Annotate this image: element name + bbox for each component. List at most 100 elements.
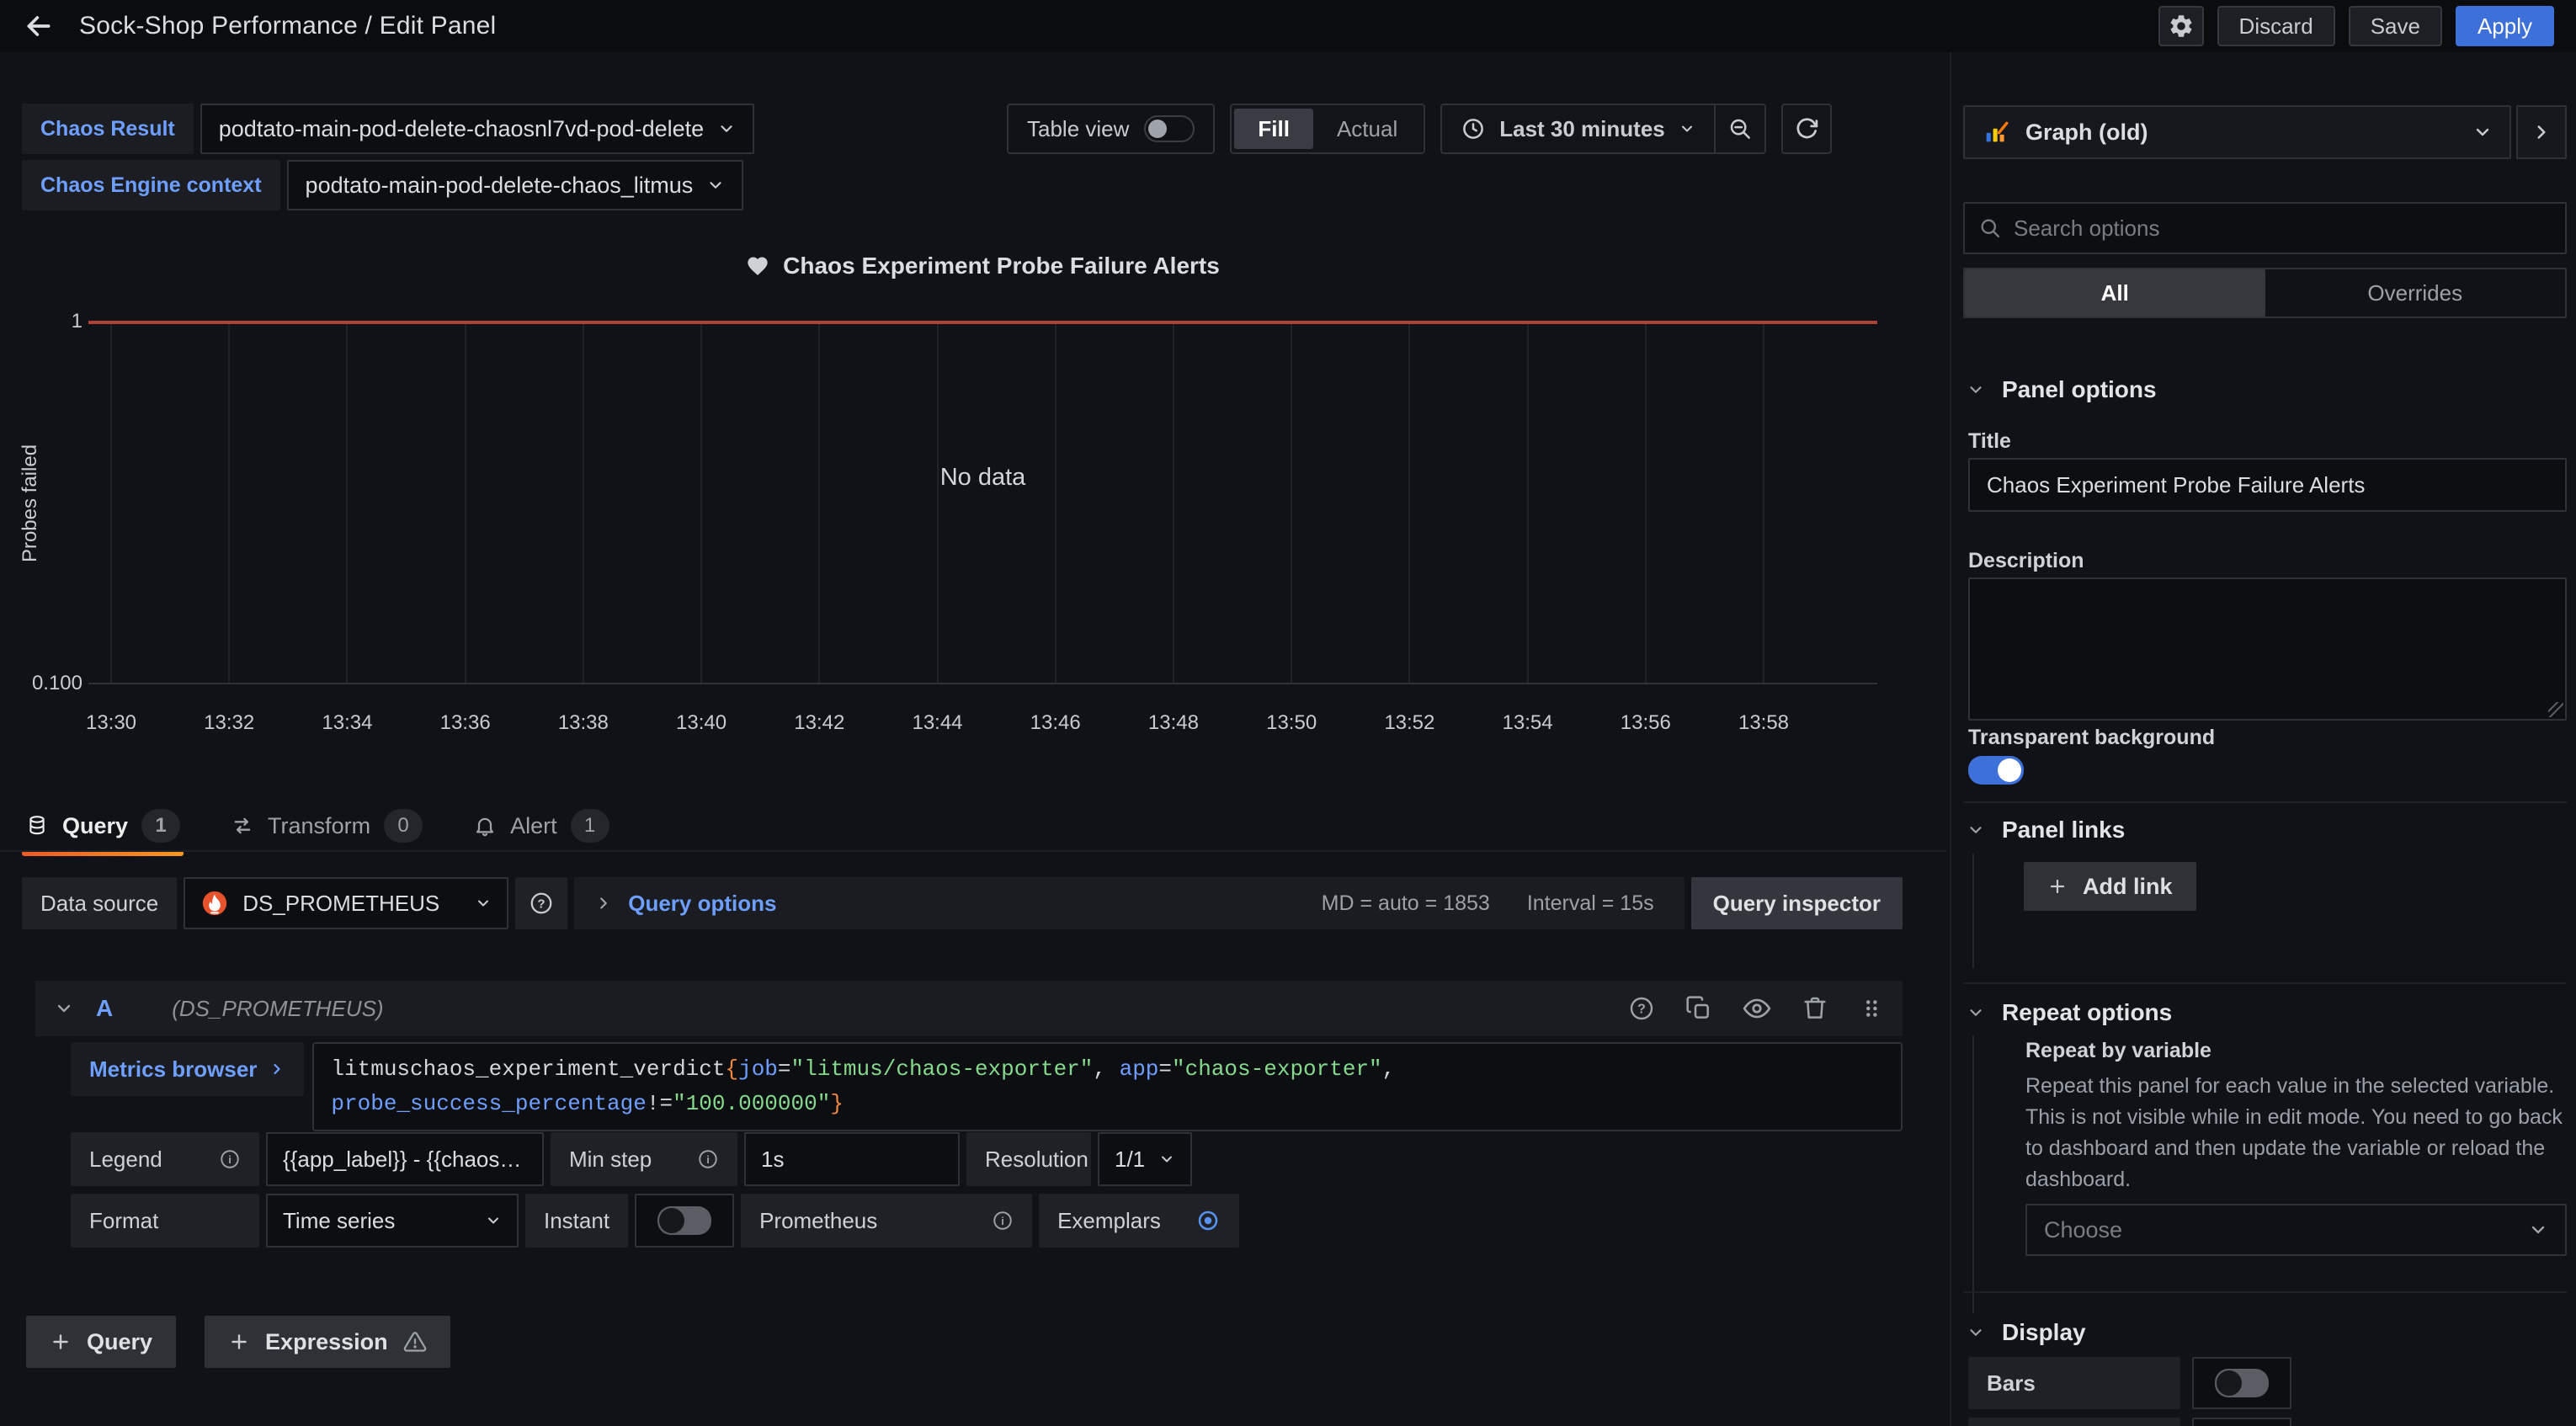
panel-description-textarea[interactable] [1968,577,2567,721]
instant-toggle[interactable] [657,1206,711,1235]
refresh-button[interactable] [1781,104,1832,154]
title-field-label: Title [1968,429,2011,454]
eye-icon[interactable] [1743,994,1771,1023]
exemplars-chip: Exemplars [1039,1194,1239,1248]
legend-format-input[interactable] [266,1132,544,1186]
duplicate-icon[interactable] [1685,995,1712,1022]
repeat-variable-select[interactable]: Choose [2025,1204,2567,1256]
table-view-toggle[interactable] [1144,115,1195,142]
next-option-chip-partial [1968,1418,2180,1426]
add-query-button[interactable]: Query [26,1316,176,1368]
apply-button[interactable]: Apply [2456,6,2554,46]
help-circle-icon[interactable]: ? [1628,995,1655,1022]
prometheus-icon [200,889,229,918]
search-options-input[interactable] [2014,215,2552,242]
x-tick-label: 13:52 [1384,711,1434,735]
drag-handle-icon[interactable] [1859,996,1884,1021]
promql-editor[interactable]: litmuschaos_experiment_verdict{job="litm… [312,1042,1903,1131]
query-options-strip[interactable]: Query options MD = auto = 1853 Interval … [574,877,1684,929]
tab-overrides[interactable]: Overrides [2265,269,2566,317]
info-circle-icon: i [219,1148,241,1170]
variable-value-dropdown[interactable]: podtato-main-pod-delete-chaos_litmus [287,160,744,210]
chevron-down-icon [706,176,725,194]
repeat-description: Repeat this panel for each value in the … [2025,1071,2568,1195]
variable-value-dropdown[interactable]: podtato-main-pod-delete-chaosnl7vd-pod-d… [200,104,754,154]
tabs-divider [0,850,1946,852]
save-button[interactable]: Save [2349,6,2442,46]
promql-token: "100.000000" [673,1091,830,1116]
angle-right-icon [269,1061,285,1077]
query-header-actions: ? [1628,994,1884,1023]
top-bar: Sock-Shop Performance / Edit Panel Disca… [0,0,2576,52]
gridline [818,324,820,684]
gridline [1408,324,1410,684]
bars-toggle-box [2192,1357,2291,1409]
panel-title-input[interactable] [1968,458,2567,512]
actual-option[interactable]: Actual [1313,109,1421,149]
x-tick-label: 13:48 [1148,711,1199,735]
svg-text:i: i [706,1153,710,1166]
zoom-out-button[interactable] [1714,105,1764,152]
gear-icon [2168,13,2195,40]
chart-plot-area[interactable]: No data [88,322,1877,684]
chevron-down-icon [1158,1151,1175,1168]
table-view-control: Table view [1007,104,1215,154]
back-arrow-icon[interactable] [22,9,56,43]
next-toggle-box-partial [2192,1418,2291,1426]
textarea-resize-handle[interactable] [2548,702,2563,717]
display-header[interactable]: Display [1967,1319,2086,1346]
tab-all[interactable]: All [1965,269,2265,317]
resolution-select[interactable]: 1/1 [1098,1132,1192,1186]
fill-option[interactable]: Fill [1234,109,1313,149]
variable-chaos-engine: Chaos Engine context podtato-main-pod-de… [22,160,743,210]
options-tabs: All Overrides [1963,268,2567,318]
query-a-header[interactable]: A (DS_PROMETHEUS) ? [35,981,1903,1036]
instant-label-chip: Instant [525,1194,628,1248]
min-step-input[interactable] [744,1132,960,1186]
panel-options-header[interactable]: Panel options [1967,376,2157,403]
tab-alert[interactable]: Alert 1 [473,809,609,843]
x-axis-ticks: 13:3013:3213:3413:3613:3813:4013:4213:44… [111,711,1764,740]
tab-query[interactable]: Query 1 [25,809,180,843]
instant-toggle-box [635,1194,734,1248]
options-sidebar: Graph (old) All Overrides Panel options … [1950,52,2576,1426]
trash-icon[interactable] [1802,995,1828,1022]
time-range-picker[interactable]: Last 30 minutes [1442,105,1714,152]
main-area: Chaos Result podtato-main-pod-delete-cha… [0,52,1946,1426]
datasource-picker[interactable]: DS_PROMETHEUS [184,877,508,929]
variable-value-text: podtato-main-pod-delete-chaos_litmus [306,173,694,199]
min-step-label: Min step [569,1147,652,1173]
repeat-options-title: Repeat options [2002,999,2172,1026]
panel-settings-button[interactable] [2158,6,2204,46]
format-select[interactable]: Time series [266,1194,519,1248]
add-link-button[interactable]: Add link [2024,862,2196,911]
panel-type-name: Graph (old) [2025,120,2148,146]
query-footer: Query Expression [26,1316,450,1368]
x-tick-label: 13:44 [912,711,962,735]
exemplars-toggle-icon[interactable] [1195,1208,1221,1233]
panel-links-header[interactable]: Panel links [1967,817,2125,843]
metrics-browser-button[interactable]: Metrics browser [71,1042,304,1096]
promql-token: = [1158,1056,1172,1082]
repeat-options-header[interactable]: Repeat options [1967,999,2172,1026]
tab-transform[interactable]: Transform 0 [231,809,423,843]
add-query-label: Query [87,1329,152,1355]
datasource-help-button[interactable]: ? [515,877,567,929]
bars-toggle[interactable] [2215,1369,2269,1397]
chart-title: Chaos Experiment Probe Failure Alerts [783,253,1220,279]
add-expression-button[interactable]: Expression [205,1316,450,1368]
discard-button[interactable]: Discard [2217,6,2335,46]
promql-token: != [647,1091,673,1116]
collapse-sidebar-button[interactable] [2516,105,2567,159]
time-range-label: Last 30 minutes [1499,116,1665,142]
gridline [1291,324,1292,684]
promql-token: probe_success_percentage [331,1091,646,1116]
transparent-background-toggle[interactable] [1968,756,2024,785]
search-icon [1978,216,2002,240]
panel-type-select[interactable]: Graph (old) [1963,105,2511,159]
chevron-down-icon [1967,1323,1985,1342]
x-tick-label: 13:38 [558,711,609,735]
svg-text:?: ? [1637,1003,1646,1017]
query-inspector-button[interactable]: Query inspector [1691,877,1903,929]
angle-right-icon [2531,121,2552,143]
